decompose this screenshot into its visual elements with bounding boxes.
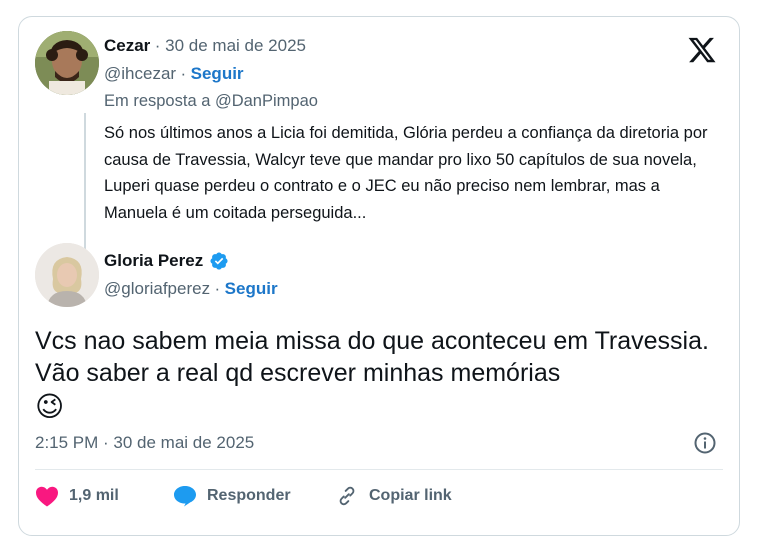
- reply-tweet-text: Só nos últimos anos a Licia foi demitida…: [104, 124, 708, 222]
- main-follow-button[interactable]: Seguir: [225, 279, 278, 298]
- wink-emoji: 😉: [35, 391, 65, 422]
- main-handle-row: @gloriafperez · Seguir: [104, 279, 278, 299]
- reply-handle-separator: ·: [180, 64, 187, 83]
- main-tweet-header: Gloria Perez: [104, 251, 229, 271]
- divider: [35, 469, 723, 470]
- main-tweet-text: Vcs nao sabem meia missa do que acontece…: [35, 327, 709, 387]
- verified-badge-icon: [209, 251, 229, 271]
- like-action[interactable]: 1,9 mil: [35, 485, 119, 507]
- reply-bubble-icon: [173, 485, 197, 507]
- in-reply-to[interactable]: Em resposta a @DanPimpao: [104, 92, 318, 111]
- reply-follow-button[interactable]: Seguir: [191, 64, 244, 83]
- main-tweet-text-block: Vcs nao sabem meia missa do que acontece…: [35, 325, 715, 425]
- gloria-avatar[interactable]: [35, 243, 99, 307]
- thread-connector-line: [84, 113, 86, 251]
- reply-author-name[interactable]: Cezar: [104, 36, 150, 55]
- reply-label: Responder: [207, 487, 291, 504]
- reply-date[interactable]: · 30 de mai de 2025: [155, 36, 306, 55]
- cezar-avatar[interactable]: [35, 31, 99, 95]
- tweet-embed-card: Cezar · 30 de mai de 2025 @ihcezar · Seg…: [18, 16, 740, 536]
- main-handle[interactable]: @gloriafperez: [104, 279, 210, 298]
- link-icon: [335, 485, 359, 507]
- like-count: 1,9 mil: [69, 487, 119, 504]
- reply-tweet-header: Cezar · 30 de mai de 2025: [104, 36, 306, 56]
- main-tweet-timestamp[interactable]: 2:15 PM · 30 de mai de 2025: [35, 433, 254, 453]
- x-logo-icon[interactable]: [687, 35, 719, 67]
- main-handle-separator: ·: [214, 279, 221, 298]
- copy-link-action[interactable]: Copiar link: [335, 485, 452, 507]
- reply-action[interactable]: Responder: [173, 485, 291, 507]
- main-author-name[interactable]: Gloria Perez: [104, 251, 203, 271]
- copy-link-label: Copiar link: [369, 487, 452, 504]
- info-icon[interactable]: [693, 431, 717, 455]
- reply-handle[interactable]: @ihcezar: [104, 64, 176, 83]
- reply-handle-row: @ihcezar · Seguir: [104, 64, 244, 84]
- heart-icon: [35, 485, 59, 507]
